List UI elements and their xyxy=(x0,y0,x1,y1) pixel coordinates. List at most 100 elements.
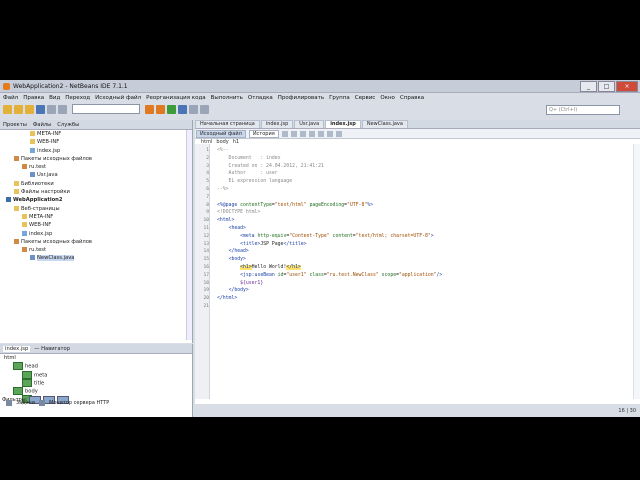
profile-icon[interactable] xyxy=(189,104,198,114)
ide-window: WebApplication2 - NetBeans IDE 7.1.1 _ □… xyxy=(0,80,640,417)
code-line: <meta http-equiv="Content-Type" content=… xyxy=(240,233,434,239)
tree-item[interactable]: Библиотеки xyxy=(0,180,192,188)
navigator-item-label: meta xyxy=(34,372,48,379)
tree-item-label: WEB-INF xyxy=(37,139,60,146)
line-number: 14 xyxy=(203,249,209,255)
panel-tab[interactable]: Службы xyxy=(57,122,79,128)
tree-item-label: ru.test xyxy=(29,164,47,171)
open-project-icon[interactable] xyxy=(25,104,34,114)
line-number: 10 xyxy=(203,218,209,224)
configuration-select[interactable] xyxy=(72,104,140,114)
tree-item[interactable]: Пакеты исходных файлов xyxy=(0,155,192,163)
tree-item[interactable]: ru.test xyxy=(0,246,192,254)
window-title: WebApplication2 - NetBeans IDE 7.1.1 xyxy=(13,82,128,90)
menu-item[interactable]: Файл xyxy=(3,95,18,101)
projects-scrollbar[interactable] xyxy=(186,130,192,340)
menu-item[interactable]: Исходный файл xyxy=(95,95,141,101)
menu-item[interactable]: Отладка xyxy=(248,95,273,101)
run-icon[interactable] xyxy=(167,104,176,114)
navigator-tab[interactable]: — Навигатор xyxy=(34,346,70,352)
navigator-item[interactable]: html xyxy=(0,354,192,362)
tree-item[interactable]: Usr.java xyxy=(0,171,192,179)
menu-item[interactable]: Правка xyxy=(23,95,44,101)
line-number: 17 xyxy=(203,272,209,278)
navigator-tab[interactable]: index.jsp xyxy=(3,345,31,352)
source-view-button[interactable]: Исходный файл xyxy=(196,129,246,138)
tree-item-label: Библиотеки xyxy=(21,180,54,187)
package-icon xyxy=(22,164,27,170)
editor-tab[interactable]: NewClass.java xyxy=(361,120,408,128)
code-line: <head> xyxy=(228,226,246,231)
tree-item[interactable]: META-INF xyxy=(0,130,192,138)
tree-item[interactable]: Файлы настройки xyxy=(0,188,192,196)
tree-item-label: WEB-INF xyxy=(29,222,52,229)
new-file-icon[interactable] xyxy=(14,104,23,114)
tree-item[interactable]: ru.test xyxy=(0,163,192,171)
clean-build-icon[interactable] xyxy=(156,104,165,114)
menu-item[interactable]: Выполнить xyxy=(211,95,243,101)
tree-item[interactable]: Пакеты исходных файлов xyxy=(0,238,192,246)
close-button[interactable]: × xyxy=(616,81,638,92)
menu-bar: Файл Правка Вид Переход Исходный файл Реорган… xyxy=(0,93,640,102)
tree-item[interactable]: WEB-INF xyxy=(0,138,192,146)
tree-item[interactable]: WEB-INF xyxy=(0,221,192,229)
tree-item-label: Пакеты исходных файлов xyxy=(21,238,92,245)
tree-item[interactable]: index.jsp xyxy=(0,230,192,238)
caret-position: 16 | 30 xyxy=(618,408,636,414)
line-number: 9 xyxy=(206,210,209,216)
menu-item[interactable]: Реорганизация кода xyxy=(146,95,206,101)
tree-item[interactable]: NewClass.java xyxy=(0,254,192,262)
editor-tab[interactable]: index.jsp xyxy=(325,120,361,128)
panel-tab[interactable]: Файлы xyxy=(33,122,51,128)
menu-item[interactable]: Сервис xyxy=(355,95,376,101)
navigator-item[interactable]: head xyxy=(0,362,192,371)
line-number: 8 xyxy=(206,202,209,208)
history-view-button[interactable]: История xyxy=(248,129,279,138)
editor-tab[interactable]: Начальная страница xyxy=(195,120,260,128)
maximize-button[interactable]: □ xyxy=(598,81,615,92)
menu-item[interactable]: Переход xyxy=(65,95,90,101)
save-all-icon[interactable] xyxy=(36,104,45,114)
stop-macro-icon[interactable] xyxy=(335,130,342,137)
package-icon xyxy=(14,238,19,244)
toggle-bookmark-icon[interactable] xyxy=(308,130,315,137)
tree-item[interactable]: WebApplication2 xyxy=(0,196,192,204)
line-number: 3 xyxy=(206,163,209,169)
tree-item[interactable]: Веб-страницы xyxy=(0,205,192,213)
apply-changes-icon[interactable] xyxy=(200,104,209,114)
uncomment-icon[interactable] xyxy=(326,130,333,137)
navigator-item[interactable]: title xyxy=(0,378,192,387)
code-line: </body> xyxy=(228,288,249,294)
menu-item[interactable]: Группа xyxy=(329,95,350,101)
build-icon[interactable] xyxy=(145,104,154,114)
redo-icon[interactable] xyxy=(58,104,67,114)
debug-icon[interactable] xyxy=(178,104,187,114)
line-number: 6 xyxy=(206,187,209,192)
new-project-icon[interactable] xyxy=(3,104,12,114)
menu-item[interactable]: Профилировать xyxy=(278,95,324,101)
editor-tab[interactable]: index.jsp xyxy=(260,120,294,128)
editor-tab[interactable]: Usr.java xyxy=(294,120,325,128)
status-item-http-monitor[interactable]: Монитор сервера HTTP xyxy=(49,400,109,406)
comment-icon[interactable] xyxy=(317,130,324,137)
menu-item[interactable]: Вид xyxy=(49,95,60,101)
tree-item[interactable]: META-INF xyxy=(0,213,192,221)
menu-item[interactable]: Справка xyxy=(400,95,424,101)
forward-icon[interactable] xyxy=(290,130,297,137)
status-item-tasks[interactable]: Задачи xyxy=(16,400,35,406)
find-icon[interactable] xyxy=(299,130,306,137)
java-icon xyxy=(30,172,35,178)
code-line: <jsp:useBean id="user1" class="ru.test.N… xyxy=(240,272,443,278)
tasks-icon[interactable] xyxy=(6,400,12,406)
navigator-item[interactable]: meta xyxy=(0,370,192,379)
minimize-button[interactable]: _ xyxy=(580,81,597,92)
panel-tab[interactable]: Проекты xyxy=(3,122,27,128)
undo-icon[interactable] xyxy=(47,104,56,114)
tree-item[interactable]: index.jsp xyxy=(0,147,192,155)
menu-item[interactable]: Окно xyxy=(380,95,395,101)
back-icon[interactable] xyxy=(281,130,288,137)
code-area[interactable]: 1 <%-- 2 Document : index 3 Created on : 24… xyxy=(195,144,640,399)
line-number: 5 xyxy=(206,179,209,185)
search-input[interactable]: Q+ (Ctrl+I) xyxy=(546,105,620,115)
http-monitor-icon[interactable] xyxy=(39,400,45,406)
